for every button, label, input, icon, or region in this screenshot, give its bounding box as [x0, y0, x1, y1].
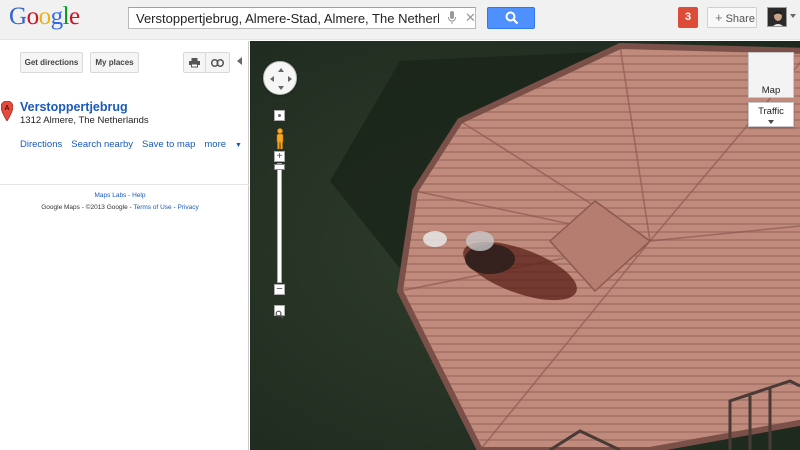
satellite-imagery	[250, 41, 800, 450]
search-button[interactable]	[487, 7, 535, 29]
print-button[interactable]	[183, 52, 206, 73]
plus-icon: +	[715, 10, 723, 25]
search-icon	[505, 11, 519, 25]
marker-letter: A	[4, 105, 9, 112]
clear-search-icon[interactable]: ✕	[465, 10, 476, 26]
zoom-in-button[interactable]: +	[274, 151, 285, 162]
save-to-map-link[interactable]: Save to map	[142, 139, 195, 150]
profile-photo	[768, 8, 786, 26]
magnifier-icon	[275, 310, 284, 319]
avatar[interactable]	[767, 7, 787, 27]
account-menu-chevron-down-icon[interactable]	[790, 14, 796, 18]
microphone-icon[interactable]	[447, 11, 457, 25]
footer-links-row: Maps Labs - Help	[0, 192, 240, 199]
pan-control[interactable]	[263, 61, 297, 95]
share-button[interactable]: + Share	[707, 7, 757, 28]
notification-badge[interactable]: 3	[678, 7, 698, 28]
directions-link[interactable]: Directions	[20, 139, 62, 150]
traffic-label: Traffic	[758, 106, 784, 117]
get-directions-button[interactable]: Get directions	[20, 52, 83, 73]
divider	[0, 184, 249, 185]
place-title[interactable]: Verstoppertjebrug	[20, 100, 128, 114]
search-nearby-link[interactable]: Search nearby	[71, 139, 133, 150]
left-panel: Get directions My places A Verstoppertje…	[0, 41, 249, 450]
copyright-text: Google Maps - ©2013 Google -	[41, 204, 134, 211]
chevron-down-icon: ▼	[235, 142, 242, 149]
zoom-area-button[interactable]	[274, 305, 285, 319]
map-marker-icon[interactable]: A	[1, 101, 13, 121]
terms-of-use-link[interactable]: Terms of Use	[133, 204, 171, 211]
map-canvas[interactable]: + − Map Traffic	[250, 41, 800, 450]
maps-app: Google ✕ 3 +Share	[0, 0, 800, 450]
search-box[interactable]: ✕	[128, 7, 476, 29]
map-type-button[interactable]: Map	[748, 52, 794, 98]
link-button[interactable]	[205, 52, 230, 73]
help-link[interactable]: Help	[132, 192, 145, 199]
privacy-link[interactable]: Privacy	[177, 204, 198, 211]
traffic-layer-button[interactable]: Traffic	[748, 102, 794, 127]
maps-labs-link[interactable]: Maps Labs	[95, 192, 127, 199]
place-address: 1312 Almere, The Netherlands	[20, 115, 149, 126]
place-actions: Directions Search nearby Save to map more ▼	[20, 139, 260, 150]
zoom-out-button[interactable]: −	[274, 284, 285, 295]
chevron-down-icon	[768, 120, 774, 124]
zoom-slider-track[interactable]	[277, 163, 282, 283]
footer-legal-row: Google Maps - ©2013 Google - Terms of Us…	[0, 204, 240, 211]
google-logo[interactable]: Google	[9, 3, 80, 31]
zoom-reset-button[interactable]	[274, 110, 285, 121]
printer-icon	[189, 58, 200, 68]
search-input[interactable]	[129, 8, 439, 28]
pegman-street-view-icon[interactable]	[275, 128, 285, 150]
my-places-button[interactable]: My places	[90, 52, 139, 73]
top-bar: Google ✕ 3 +Share	[0, 0, 800, 40]
link-icon	[211, 59, 224, 67]
more-label: more	[204, 139, 227, 150]
zoom-slider-handle[interactable]	[274, 164, 285, 170]
share-label: Share	[725, 13, 755, 25]
map-type-label: Map	[761, 85, 781, 96]
pan-arrows-icon	[270, 68, 292, 90]
collapse-panel-icon[interactable]	[237, 57, 242, 65]
more-link[interactable]: more ▼	[204, 139, 251, 150]
